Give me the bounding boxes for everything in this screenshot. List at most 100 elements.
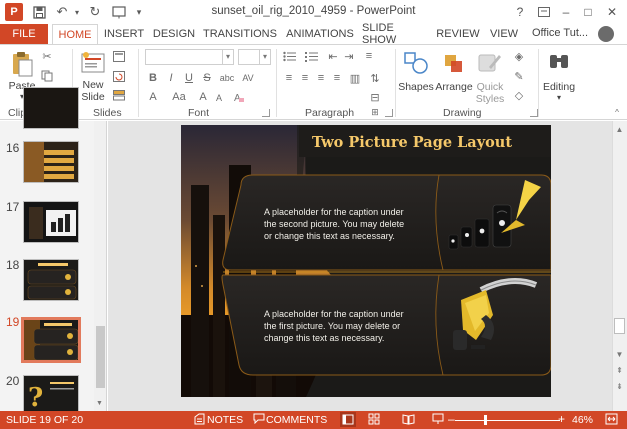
shapes-icon[interactable]	[402, 49, 430, 77]
text-shadow-button[interactable]: abc	[218, 71, 236, 85]
quick-styles-icon[interactable]	[476, 49, 504, 77]
thumbnail-scrollbar-thumb[interactable]	[96, 326, 105, 388]
layout-icon[interactable]	[112, 49, 126, 63]
normal-view-icon[interactable]	[340, 412, 356, 427]
next-slide-icon[interactable]: ⇟	[614, 381, 625, 392]
shape-fill-icon[interactable]: ◈	[512, 49, 526, 63]
cut-icon[interactable]: ✂	[40, 49, 54, 63]
numbering-icon[interactable]	[304, 49, 318, 63]
collapse-ribbon-icon[interactable]: ^	[610, 105, 624, 119]
align-right-icon[interactable]: ≡	[314, 71, 328, 85]
tab-slide-show[interactable]: SLIDE SHOW	[362, 22, 428, 46]
quick-styles-button[interactable]: Styles	[472, 93, 508, 105]
tab-view[interactable]: VIEW	[486, 24, 522, 44]
tab-insert[interactable]: INSERT	[102, 24, 146, 44]
slide-thumbnail[interactable]	[23, 259, 79, 301]
arrange-icon[interactable]	[440, 49, 468, 77]
caption-top[interactable]: A placeholder for the caption under the …	[264, 206, 404, 242]
tab-file[interactable]: FILE	[0, 24, 48, 44]
text-direction-icon[interactable]: ⇅	[368, 71, 382, 85]
shape-outline-icon[interactable]: ✎	[512, 69, 526, 83]
canvas-scrollbar-thumb[interactable]	[614, 318, 625, 334]
comments-icon[interactable]	[253, 413, 265, 427]
font-size-dropdown-icon[interactable]: ▾	[259, 49, 271, 65]
zoom-slider-knob[interactable]	[484, 415, 487, 425]
character-spacing-button[interactable]: AV	[240, 71, 256, 85]
slide-thumbnail[interactable]	[23, 87, 79, 129]
zoom-slider[interactable]	[455, 420, 560, 421]
slideshow-view-icon[interactable]	[432, 413, 444, 428]
editing-button[interactable]: Editing	[538, 81, 580, 93]
avatar[interactable]	[598, 26, 614, 42]
slide[interactable]: Two Picture Page Layout A placeholder fo…	[181, 125, 551, 397]
align-left-icon[interactable]: ≡	[282, 71, 296, 85]
increase-font-size-button[interactable]: A	[196, 90, 210, 104]
notes-icon[interactable]	[194, 413, 205, 428]
drawing-launcher-icon[interactable]	[530, 109, 538, 117]
slide-thumbnail[interactable]: ?	[23, 375, 79, 413]
zoom-level[interactable]: 46%	[572, 414, 593, 426]
previous-slide-icon[interactable]: ⇞	[614, 365, 625, 376]
font-color-button[interactable]: A	[146, 90, 160, 104]
italic-button[interactable]: I	[164, 71, 178, 85]
underline-button[interactable]: U	[182, 71, 196, 85]
copy-icon[interactable]	[40, 69, 54, 83]
font-size-field[interactable]	[238, 49, 260, 65]
ribbon-display-options-icon[interactable]	[534, 2, 554, 22]
align-center-icon[interactable]: ≡	[298, 71, 312, 85]
new-slide-label[interactable]: New	[76, 79, 110, 91]
clear-formatting-icon[interactable]: A	[232, 90, 246, 104]
help-button[interactable]: ?	[510, 2, 530, 22]
paragraph-launcher-icon[interactable]	[385, 109, 393, 117]
fit-slide-icon[interactable]	[605, 413, 618, 428]
section-icon[interactable]	[112, 88, 126, 102]
paste-icon[interactable]	[8, 49, 36, 79]
change-case-button[interactable]: Aa	[170, 90, 188, 104]
scroll-up-icon[interactable]: ▲	[614, 124, 625, 135]
tab-home[interactable]: HOME	[52, 24, 98, 44]
tab-review[interactable]: REVIEW	[434, 24, 482, 44]
scroll-down-icon[interactable]: ▼	[614, 349, 625, 360]
shape-effects-icon[interactable]: ◇	[512, 88, 526, 102]
strikethrough-button[interactable]: S	[200, 71, 214, 85]
line-spacing-icon[interactable]: ≡	[362, 49, 376, 63]
font-launcher-icon[interactable]	[262, 109, 270, 117]
notes-button[interactable]: NOTES	[207, 414, 243, 426]
slide-title[interactable]: Two Picture Page Layout	[312, 134, 512, 151]
increase-indent-icon[interactable]: ⇥	[342, 49, 356, 63]
convert-to-smartart-icon[interactable]: ⊞	[368, 105, 382, 119]
tab-animations[interactable]: ANIMATIONS	[282, 24, 358, 44]
thumbnail-scroll-down-icon[interactable]: ▼	[96, 400, 103, 407]
new-slide-button[interactable]: Slide	[76, 91, 110, 103]
reading-view-icon[interactable]	[402, 413, 415, 428]
zoom-out-button[interactable]: –	[448, 412, 455, 426]
decrease-indent-icon[interactable]: ⇤	[326, 49, 340, 63]
editing-dropdown-icon[interactable]: ▾	[553, 93, 565, 102]
tab-design[interactable]: DESIGN	[150, 24, 198, 44]
account-name[interactable]: Office Tut...	[532, 27, 588, 39]
font-family-dropdown-icon[interactable]: ▾	[222, 49, 234, 65]
slide-thumbnail[interactable]	[23, 201, 79, 243]
slide-thumbnail[interactable]	[23, 141, 79, 183]
slide-sorter-icon[interactable]	[368, 413, 380, 428]
slide-thumbnail-current[interactable]	[21, 317, 81, 363]
close-button[interactable]: ✕	[602, 2, 622, 22]
decrease-font-size-button[interactable]: A	[212, 91, 226, 105]
bullets-icon[interactable]	[282, 49, 296, 63]
maximize-button[interactable]: □	[578, 2, 598, 22]
font-family-field[interactable]	[145, 49, 223, 65]
bold-button[interactable]: B	[146, 71, 160, 85]
arrange-button[interactable]: Arrange	[434, 81, 474, 93]
align-text-icon[interactable]: ⊟	[368, 90, 382, 104]
find-icon[interactable]	[546, 49, 572, 75]
caption-bottom[interactable]: A placeholder for the caption under the …	[264, 308, 404, 344]
justify-icon[interactable]: ≡	[330, 71, 344, 85]
shapes-button[interactable]: Shapes	[398, 81, 434, 93]
columns-icon[interactable]: ▥	[348, 71, 362, 85]
minimize-button[interactable]: –	[556, 2, 576, 22]
reset-icon[interactable]	[112, 69, 126, 83]
tab-transitions[interactable]: TRANSITIONS	[202, 24, 278, 44]
zoom-in-button[interactable]: +	[558, 412, 565, 426]
comments-button[interactable]: COMMENTS	[266, 414, 327, 426]
new-slide-icon[interactable]	[79, 49, 107, 77]
